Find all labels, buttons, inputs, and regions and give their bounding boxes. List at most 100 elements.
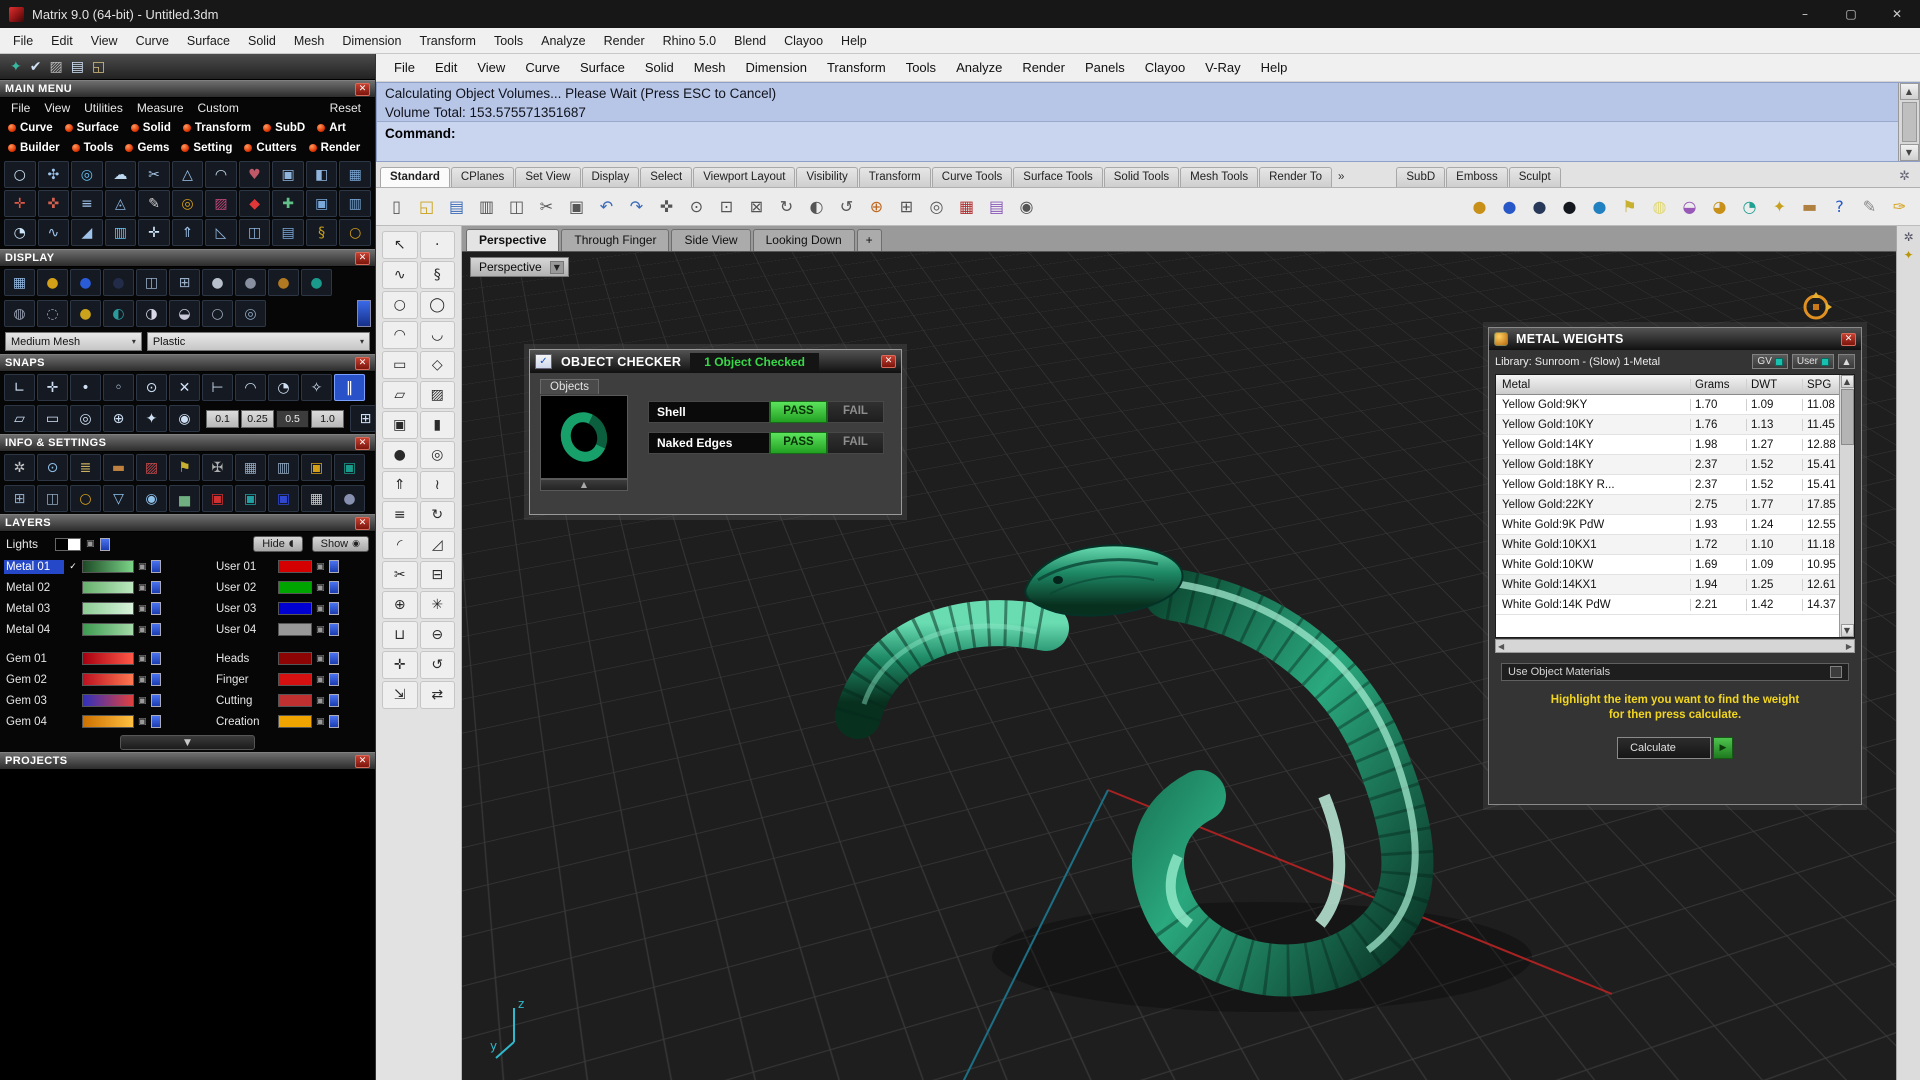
viewport-tab-side-view[interactable]: Side View — [671, 229, 750, 251]
metal-row-white-gold-14k-pdw[interactable]: White Gold:14K PdW 2.21 1.42 14.37 — [1496, 595, 1854, 615]
category-setting[interactable]: Setting — [175, 142, 238, 154]
rhino-menu-file[interactable]: File — [384, 60, 425, 75]
gold-cube-icon[interactable]: ▣ — [301, 454, 332, 481]
layer-color-swatch[interactable] — [82, 560, 134, 573]
scroll-up-icon[interactable]: ▲ — [1900, 83, 1919, 100]
add-viewport-tab[interactable]: + — [857, 229, 882, 251]
category-curve[interactable]: Curve — [2, 122, 59, 134]
print-state-icon[interactable] — [151, 673, 161, 686]
toolbar-tab-select[interactable]: Select — [640, 167, 692, 187]
close-icon[interactable]: ✕ — [355, 83, 370, 96]
loft-icon[interactable]: ≡ — [382, 501, 418, 529]
snap-value-0.5[interactable]: 0.5 — [276, 410, 309, 428]
artistic-icon[interactable]: ◑ — [136, 300, 167, 327]
rhino-menu-edit[interactable]: Edit — [425, 60, 467, 75]
toolbar-tab-render-to[interactable]: Render To — [1259, 167, 1332, 187]
visibility-icon[interactable]: ◉ — [136, 485, 167, 512]
intersection-icon[interactable]: ✕ — [169, 374, 200, 401]
lock-icon[interactable]: ▣ — [316, 696, 325, 706]
gumball-toggle-icon[interactable]: ⊕ — [862, 192, 891, 221]
extrude-tool-icon[interactable]: ⇑ — [382, 471, 418, 499]
hide-button[interactable]: Hide ◖ — [253, 536, 302, 552]
object-preview[interactable] — [540, 395, 628, 479]
copy-icon[interactable]: ◫ — [502, 192, 531, 221]
bolt-icon[interactable]: § — [306, 219, 338, 246]
rectangle-icon[interactable]: ▭ — [382, 351, 418, 379]
boxedit-icon[interactable]: ▦ — [952, 192, 981, 221]
near-icon[interactable]: ✛ — [37, 374, 68, 401]
rhino-menu-v-ray[interactable]: V-Ray — [1195, 60, 1250, 75]
layer-color-swatch[interactable] — [278, 715, 312, 728]
print-state-icon[interactable] — [151, 560, 161, 573]
zoom-icon[interactable]: ⊙ — [682, 192, 711, 221]
mesh-quality-select[interactable]: Medium Mesh ▾ — [5, 332, 142, 351]
fail-badge[interactable]: FAIL — [827, 432, 884, 454]
viewport-tab-through-finger[interactable]: Through Finger — [561, 229, 669, 251]
app-menu-analyze[interactable]: Analyze — [532, 34, 594, 48]
metal-row-yellow-gold-22ky[interactable]: Yellow Gold:22KY 2.75 1.77 17.85 — [1496, 495, 1854, 515]
column-header-grams[interactable]: Grams — [1690, 379, 1746, 391]
lock-icon[interactable]: ▣ — [138, 654, 147, 664]
sphere-bronze-icon[interactable]: ● — [268, 269, 299, 296]
maximize-button[interactable]: ▢ — [1828, 0, 1874, 28]
app-menu-dimension[interactable]: Dimension — [333, 34, 410, 48]
rhino-menu-mesh[interactable]: Mesh — [684, 60, 736, 75]
app-menu-tools[interactable]: Tools — [485, 34, 532, 48]
rhino-menu-surface[interactable]: Surface — [570, 60, 635, 75]
screen-cast-icon[interactable]: ▦ — [301, 485, 332, 512]
app-menu-surface[interactable]: Surface — [178, 34, 239, 48]
xray-icon[interactable]: ◌ — [37, 300, 68, 327]
sphere-icon[interactable]: ● — [382, 441, 418, 469]
close-icon[interactable]: ✕ — [881, 355, 896, 368]
rhino-menu-help[interactable]: Help — [1251, 60, 1298, 75]
layer-color-swatch[interactable] — [278, 602, 312, 615]
wire-grid-icon[interactable]: ▦ — [4, 269, 35, 296]
toolbar-tab-solid-tools[interactable]: Solid Tools — [1104, 167, 1179, 187]
snap-value-0.1[interactable]: 0.1 — [206, 410, 239, 428]
rhino-menu-solid[interactable]: Solid — [635, 60, 684, 75]
layer-color-swatch[interactable] — [278, 673, 312, 686]
render-navy-icon[interactable]: ● — [1525, 192, 1554, 221]
gv-toggle[interactable]: GV — [1752, 354, 1787, 369]
render-cyan-icon[interactable]: ● — [1585, 192, 1614, 221]
undo-view-icon[interactable]: ↺ — [832, 192, 861, 221]
layer-gem-02[interactable]: Gem 02 ▣ — [4, 673, 204, 687]
wireframe-icon[interactable]: ◎ — [235, 300, 266, 327]
column-header-metal[interactable]: Metal — [1496, 379, 1690, 391]
sweep-icon[interactable]: ✣ — [38, 161, 70, 188]
print-state-icon[interactable] — [151, 652, 161, 665]
command-prompt[interactable]: Command: — [377, 121, 1898, 161]
sphere-teal-icon[interactable]: ● — [301, 269, 332, 296]
lock-icon[interactable]: ▣ — [138, 717, 147, 727]
monitor-add-icon[interactable]: ▦ — [235, 454, 266, 481]
print-state-icon[interactable] — [329, 602, 339, 615]
close-icon[interactable]: ✕ — [355, 755, 370, 768]
close-icon[interactable]: ✕ — [355, 357, 370, 370]
record-icon[interactable]: ◉ — [1012, 192, 1041, 221]
layer-color-swatch[interactable] — [82, 581, 134, 594]
category-builder[interactable]: Builder — [2, 142, 66, 154]
layers-expand-button[interactable]: ▼ — [120, 735, 255, 750]
ring-size-icon[interactable]: ○ — [70, 485, 101, 512]
matrix-menu-utilities[interactable]: Utilities — [77, 101, 130, 115]
category-cutters[interactable]: Cutters — [238, 142, 302, 154]
cloud-icon[interactable]: ☁ — [105, 161, 137, 188]
annotate-icon[interactable]: ✎ — [1855, 192, 1884, 221]
render-gold-icon[interactable]: ● — [1465, 192, 1494, 221]
quadrant-icon[interactable]: ◔ — [268, 374, 299, 401]
blue-cube-icon[interactable]: ▣ — [268, 485, 299, 512]
help-icon[interactable]: ? — [1825, 192, 1854, 221]
layer-color-swatch[interactable] — [82, 602, 134, 615]
move-tool-icon[interactable]: ✛ — [382, 651, 418, 679]
print-state-icon[interactable] — [329, 560, 339, 573]
union-icon[interactable]: ⊔ — [382, 621, 418, 649]
revolve-icon[interactable]: ↻ — [420, 501, 456, 529]
close-icon[interactable]: ✕ — [355, 252, 370, 265]
layer-color-swatch[interactable] — [278, 560, 312, 573]
viewport-title-dropdown[interactable]: Perspective ▼ — [470, 257, 569, 277]
extrude-icon[interactable]: ⇑ — [172, 219, 204, 246]
calculate-button[interactable]: Calculate — [1617, 737, 1711, 759]
rhino-menu-view[interactable]: View — [467, 60, 515, 75]
metal-row-yellow-gold-14ky[interactable]: Yellow Gold:14KY 1.98 1.27 12.88 — [1496, 435, 1854, 455]
layer-color-swatch[interactable] — [278, 694, 312, 707]
